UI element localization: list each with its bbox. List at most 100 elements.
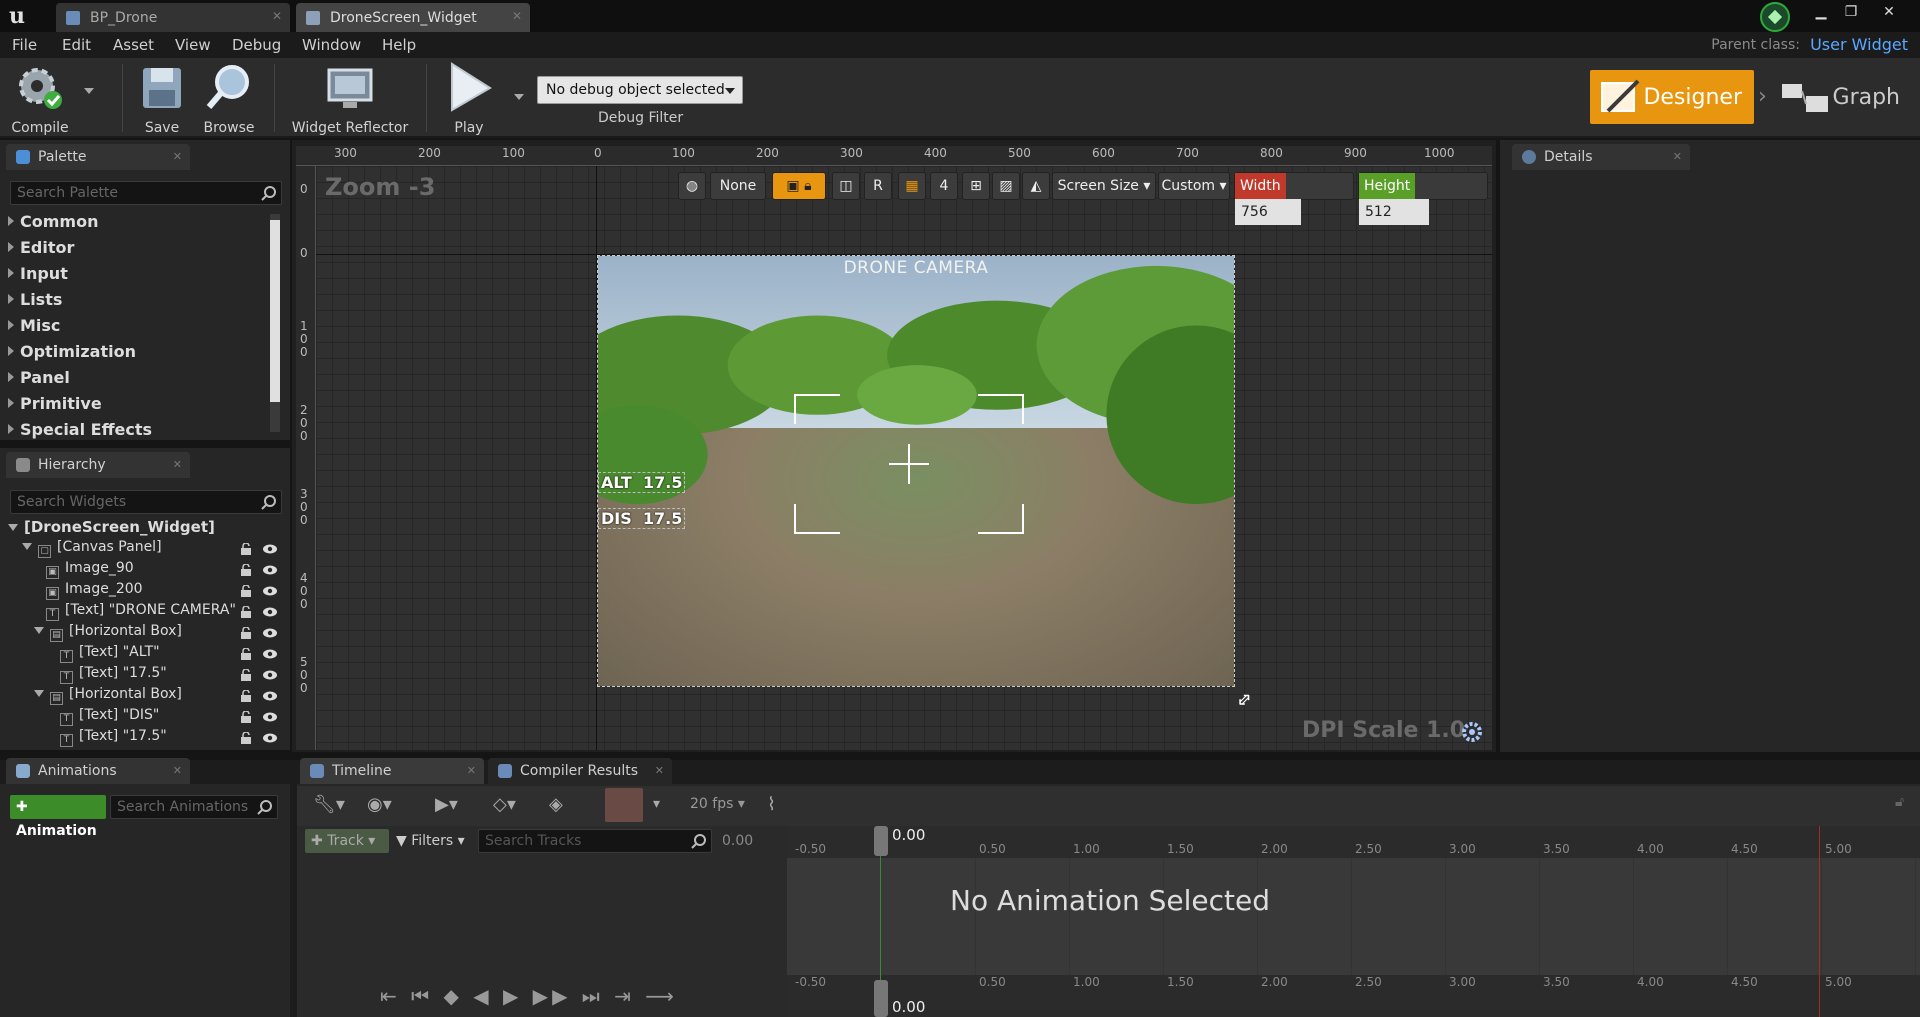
alt-readout[interactable]: ALT 17.5	[598, 472, 686, 493]
palette-category-primitive[interactable]: Primitive	[8, 394, 102, 413]
parent-class-link[interactable]: User Widget	[1810, 35, 1908, 54]
tab-dronescreen-widget[interactable]: DroneScreen_Widget ✕	[296, 3, 530, 32]
flip-icon[interactable]: ◭	[1022, 172, 1050, 200]
timeline-tab[interactable]: Timeline ✕	[300, 758, 484, 784]
palette-scrollbar[interactable]	[270, 214, 280, 432]
drone-camera-title[interactable]: DRONE CAMERA	[598, 258, 1234, 278]
play-button[interactable]: Play	[440, 62, 498, 136]
close-icon[interactable]: ✕	[512, 9, 522, 23]
menu-debug[interactable]: Debug	[232, 36, 281, 54]
dpi-scale-label[interactable]: DPI Scale 1.0	[1302, 718, 1465, 743]
filters-dropdown[interactable]: ▼ Filters ▾	[396, 833, 465, 849]
hierarchy-item[interactable]: T [Text] "DIS"	[60, 707, 159, 727]
visibility-eye-icon[interactable]	[262, 564, 278, 576]
source-control-icon[interactable]	[1760, 2, 1790, 32]
menu-help[interactable]: Help	[382, 36, 416, 54]
hierarchy-tab[interactable]: Hierarchy ✕	[6, 452, 190, 478]
compiler-results-tab[interactable]: Compiler Results ✕	[488, 758, 672, 784]
scrollbar-thumb[interactable]	[270, 220, 280, 402]
palette-category-special-effects[interactable]: Special Effects	[8, 420, 152, 439]
close-icon[interactable]: ✕	[655, 758, 664, 784]
auto-key-icon[interactable]: ◈	[549, 794, 563, 815]
hierarchy-item[interactable]: ▣ Image_200	[46, 581, 143, 601]
magnet-snap-icon[interactable]	[605, 788, 643, 822]
current-time-value[interactable]: 0.00	[722, 833, 753, 849]
r-toggle[interactable]: R	[864, 172, 892, 200]
restore-icon[interactable]: ❐	[1836, 2, 1866, 22]
lock-icon[interactable]	[240, 689, 252, 702]
lock-icon[interactable]	[240, 563, 252, 576]
hierarchy-search-input[interactable]: Search Widgets	[10, 490, 282, 514]
compile-options-chevron-down-icon[interactable]	[84, 88, 94, 94]
menu-view[interactable]: View	[175, 36, 211, 54]
menu-edit[interactable]: Edit	[62, 36, 91, 54]
palette-tab[interactable]: Palette ✕	[6, 144, 190, 170]
close-icon[interactable]: ✕	[467, 758, 476, 784]
hierarchy-root[interactable]: [DroneScreen_Widget]	[8, 518, 215, 538]
play-options-chevron-down-icon[interactable]	[514, 94, 524, 100]
menu-window[interactable]: Window	[302, 36, 361, 54]
world-toggle-globe-icon[interactable]: ◍	[678, 172, 706, 200]
playhead-handle-top[interactable]	[874, 826, 888, 856]
hierarchy-item[interactable]: T [Text] "ALT"	[60, 644, 160, 664]
grid-snap-value[interactable]: 4	[930, 172, 958, 200]
menu-file[interactable]: File	[12, 36, 37, 54]
hierarchy-item[interactable]: ▤ [Horizontal Box]	[34, 686, 182, 706]
curve-editor-icon[interactable]: ⌇	[767, 794, 776, 815]
close-icon[interactable]: ✕	[173, 144, 182, 170]
dpi-settings-gear-icon[interactable]	[1460, 720, 1484, 744]
lock-toggle[interactable]: ▣ 🔒︎	[772, 172, 826, 200]
lock-icon[interactable]	[240, 584, 252, 597]
details-tab[interactable]: Details ✕	[1512, 144, 1690, 170]
graph-mode-button[interactable]: Graph	[1780, 70, 1910, 124]
compile-button[interactable]: Compile	[6, 62, 74, 136]
custom-dropdown[interactable]: Custom ▾	[1158, 172, 1230, 200]
widget-reflector-button[interactable]: Widget Reflector	[290, 62, 410, 136]
grid-snap-icon[interactable]: ▦	[898, 172, 926, 200]
hierarchy-item[interactable]: T [Text] "17.5"	[60, 728, 167, 748]
add-track-button[interactable]: ✚ Track ▾	[305, 829, 389, 853]
visibility-eye-icon[interactable]	[262, 732, 278, 744]
animations-tab[interactable]: Animations ✕	[6, 758, 190, 784]
palette-category-lists[interactable]: Lists	[8, 290, 62, 309]
search-tracks-input[interactable]: Search Tracks	[478, 829, 712, 853]
hierarchy-item[interactable]: T [Text] "DRONE CAMERA"	[46, 602, 236, 622]
save-button[interactable]: Save	[136, 62, 188, 136]
visibility-eye-icon[interactable]	[262, 711, 278, 723]
palette-search-input[interactable]: Search Palette	[10, 181, 282, 205]
close-window-icon[interactable]: ✕	[1874, 2, 1904, 22]
lock-icon[interactable]	[240, 710, 252, 723]
minimize-icon[interactable]: ▁	[1806, 2, 1836, 22]
background-image-icon[interactable]: ▨	[992, 172, 1020, 200]
playback-options-icon[interactable]: ▶▾	[435, 794, 458, 815]
lock-icon[interactable]	[240, 647, 252, 660]
browse-button[interactable]: Browse	[200, 62, 258, 136]
menu-asset[interactable]: Asset	[113, 36, 154, 54]
view-eye-icon[interactable]: ◉▾	[367, 794, 392, 815]
key-options-icon[interactable]: ◇▾	[493, 794, 516, 815]
palette-category-common[interactable]: Common	[8, 212, 98, 231]
lock-icon[interactable]	[240, 731, 252, 744]
palette-category-panel[interactable]: Panel	[8, 368, 70, 387]
visibility-eye-icon[interactable]	[262, 648, 278, 660]
playback-controls[interactable]: ⇤ ⏮ ◆ ◀ ▶ ▶▶ ⏭ ⇥ ⟶	[380, 984, 678, 1008]
close-icon[interactable]: ✕	[173, 758, 182, 784]
hierarchy-item[interactable]: ▣ Image_90	[46, 560, 134, 580]
lock-icon[interactable]	[240, 605, 252, 618]
visibility-eye-icon[interactable]	[262, 606, 278, 618]
fit-icon[interactable]: ⊞	[962, 172, 990, 200]
widget-preview[interactable]: DRONE CAMERA ALT 17.5 DIS 17.5	[597, 255, 1235, 687]
none-dropdown[interactable]: None	[710, 172, 766, 200]
debug-object-select[interactable]: No debug object selected	[537, 76, 743, 104]
hierarchy-item[interactable]: ▢ [Canvas Panel]	[22, 539, 162, 559]
palette-category-input[interactable]: Input	[8, 264, 68, 283]
height-field[interactable]: Height 512	[1358, 172, 1488, 225]
end-marker-line[interactable]	[1819, 826, 1820, 1017]
lock-icon[interactable]	[240, 626, 252, 639]
palette-category-optimization[interactable]: Optimization	[8, 342, 136, 361]
visibility-eye-icon[interactable]	[262, 543, 278, 555]
playhead-handle-bottom[interactable]	[874, 980, 888, 1017]
tab-bp-drone[interactable]: BP_Drone ✕	[56, 3, 290, 32]
hierarchy-item[interactable]: T [Text] "17.5"	[60, 665, 167, 685]
fps-dropdown[interactable]: 20 fps ▾	[690, 796, 745, 812]
